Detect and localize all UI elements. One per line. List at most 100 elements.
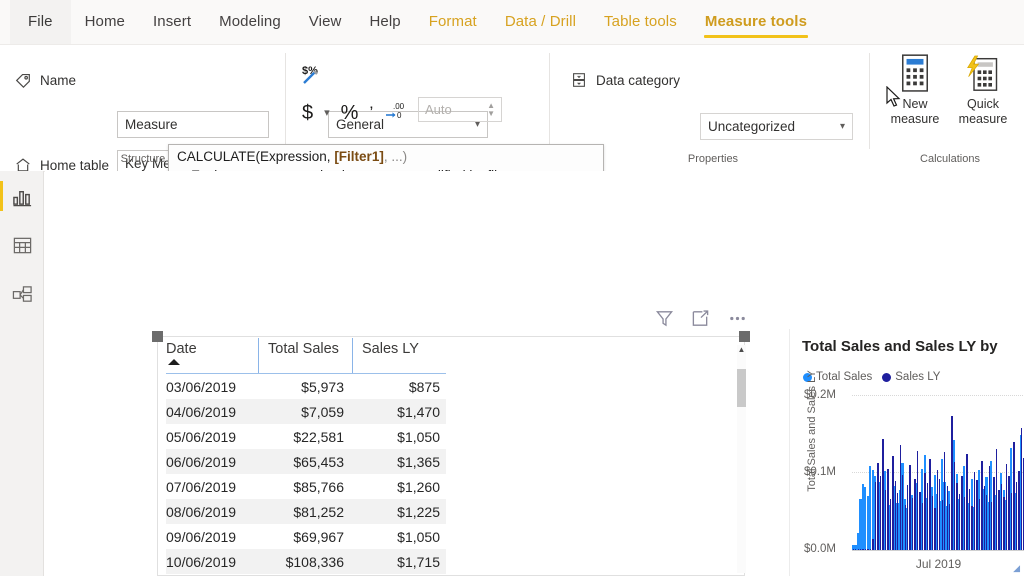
chart-bar[interactable]: [1020, 427, 1023, 550]
chart-bar[interactable]: [976, 480, 978, 550]
chart-bar[interactable]: [988, 466, 990, 550]
table-row[interactable]: 09/06/2019 $69,967 $1,050: [166, 524, 446, 549]
scroll-up-arrow-icon[interactable]: ▲: [737, 345, 746, 355]
chart-bar[interactable]: [874, 481, 877, 550]
chart-bar[interactable]: [899, 445, 901, 550]
chart-bar[interactable]: [958, 494, 961, 550]
chart-bar[interactable]: [948, 504, 951, 550]
column-header-sales-ly[interactable]: Sales LY: [352, 338, 446, 376]
chart-bar[interactable]: [991, 501, 993, 550]
table-row[interactable]: 07/06/2019 $85,766 $1,260: [166, 474, 446, 499]
column-header-date[interactable]: Date: [166, 338, 258, 376]
chart-bar[interactable]: [1005, 463, 1008, 550]
ribbon-tab-modeling[interactable]: Modeling: [205, 0, 295, 44]
chart-bar[interactable]: [926, 483, 929, 550]
visual-resize-handle-top-left[interactable]: [152, 331, 163, 342]
table-row[interactable]: 06/06/2019 $65,453 $1,365: [166, 449, 446, 474]
chart-resize-icon[interactable]: ◢: [1013, 563, 1020, 574]
chart-bar[interactable]: [939, 479, 941, 550]
chart-bar[interactable]: [961, 475, 963, 550]
sidebar-item-report[interactable]: [10, 184, 34, 208]
chart-bar[interactable]: [862, 549, 864, 550]
table-row[interactable]: 03/06/2019 $5,973 $875: [166, 374, 446, 399]
focus-mode-icon[interactable]: [691, 309, 710, 333]
chart-bar[interactable]: [864, 549, 867, 550]
chart-bar[interactable]: [897, 493, 899, 550]
chart-bar[interactable]: [884, 489, 887, 550]
sidebar-item-model[interactable]: [10, 282, 34, 306]
decimal-places-icon[interactable]: .00 0: [384, 101, 406, 124]
chart-bar[interactable]: [968, 488, 971, 550]
ribbon-tab-file[interactable]: File: [10, 0, 71, 44]
chart-bar[interactable]: [995, 449, 998, 550]
table-row[interactable]: 04/06/2019 $7,059 $1,470: [166, 399, 446, 424]
chart-bar[interactable]: [879, 476, 882, 550]
chart-bar[interactable]: [855, 548, 857, 550]
chart-bar[interactable]: [902, 474, 904, 550]
chart-bar[interactable]: [951, 415, 953, 550]
dollar-icon[interactable]: $: [302, 103, 313, 123]
chart-bar[interactable]: [924, 473, 926, 550]
comma-icon[interactable]: ’: [369, 104, 373, 121]
chart-bar[interactable]: [906, 484, 909, 550]
ribbon-tab-measure-tools[interactable]: Measure tools: [691, 0, 821, 44]
chart-bar[interactable]: [929, 458, 931, 550]
ribbon-tab-home[interactable]: Home: [71, 0, 139, 44]
chart-bar[interactable]: [1018, 470, 1020, 550]
chevron-down-icon[interactable]: ▾: [324, 106, 330, 119]
chart-bar[interactable]: [1003, 496, 1005, 550]
chart-bar[interactable]: [993, 477, 995, 550]
chart-bar[interactable]: [860, 548, 862, 550]
chart-bar[interactable]: [941, 500, 943, 550]
chart-bar[interactable]: [1000, 484, 1003, 550]
chart-bar[interactable]: [911, 498, 914, 550]
chart-bar[interactable]: [953, 462, 956, 550]
column-chart-visual[interactable]: Total Sales and Sales LY by Total Sales S…: [789, 329, 1024, 576]
chart-bar[interactable]: [852, 549, 854, 550]
chart-bar[interactable]: [877, 463, 879, 550]
chart-bar[interactable]: [887, 469, 889, 550]
table-vertical-scrollbar[interactable]: ▲: [737, 345, 746, 573]
legend-item-sales-ly[interactable]: Sales LY: [882, 371, 940, 383]
quick-measure-button[interactable]: Quick measure: [950, 51, 1016, 127]
chart-bar[interactable]: [956, 482, 958, 550]
measure-name-input[interactable]: Measure: [117, 111, 269, 138]
ribbon-tab-format[interactable]: Format: [415, 0, 491, 44]
chart-bar[interactable]: [919, 491, 921, 550]
filter-funnel-icon[interactable]: [655, 309, 674, 333]
chart-bar[interactable]: [909, 464, 911, 550]
chart-bar[interactable]: [931, 495, 934, 550]
chart-bar[interactable]: [966, 453, 968, 550]
chart-bar[interactable]: [1008, 475, 1010, 550]
chart-bar[interactable]: [904, 505, 906, 550]
chart-bar[interactable]: [998, 490, 1000, 550]
decimal-places-stepper[interactable]: Auto ▲ ▼: [418, 97, 502, 122]
table-row[interactable]: 08/06/2019 $81,252 $1,225: [166, 499, 446, 524]
chart-bar[interactable]: [872, 539, 874, 550]
ribbon-tab-table-tools[interactable]: Table tools: [590, 0, 691, 44]
ribbon-tab-view[interactable]: View: [295, 0, 356, 44]
data-category-select[interactable]: Uncategorized ▾: [700, 113, 853, 140]
visual-resize-handle-top-right[interactable]: [739, 331, 750, 342]
scrollbar-thumb[interactable]: [737, 369, 746, 407]
chart-bar[interactable]: [882, 439, 884, 550]
chart-bar[interactable]: [934, 508, 936, 550]
chart-bar[interactable]: [889, 498, 892, 550]
chart-bar[interactable]: [914, 478, 916, 550]
chart-bar[interactable]: [916, 450, 919, 550]
table-row[interactable]: 05/06/2019 $22,581 $1,050: [166, 424, 446, 449]
chart-bar[interactable]: [892, 456, 894, 550]
chart-bar[interactable]: [973, 471, 976, 550]
percent-icon[interactable]: %: [341, 103, 359, 123]
chart-bar[interactable]: [894, 481, 896, 550]
chart-bar[interactable]: [963, 497, 966, 550]
ribbon-tab-data-drill[interactable]: Data / Drill: [491, 0, 590, 44]
chart-bar[interactable]: [986, 494, 988, 550]
chart-bar[interactable]: [936, 470, 939, 550]
column-header-total-sales[interactable]: Total Sales: [258, 338, 352, 376]
table-row[interactable]: 10/06/2019 $108,336 $1,715: [166, 549, 446, 574]
chart-bar[interactable]: [869, 548, 872, 550]
chart-bar[interactable]: [921, 502, 924, 550]
sidebar-item-data[interactable]: [10, 233, 34, 257]
ribbon-tab-help[interactable]: Help: [355, 0, 414, 44]
